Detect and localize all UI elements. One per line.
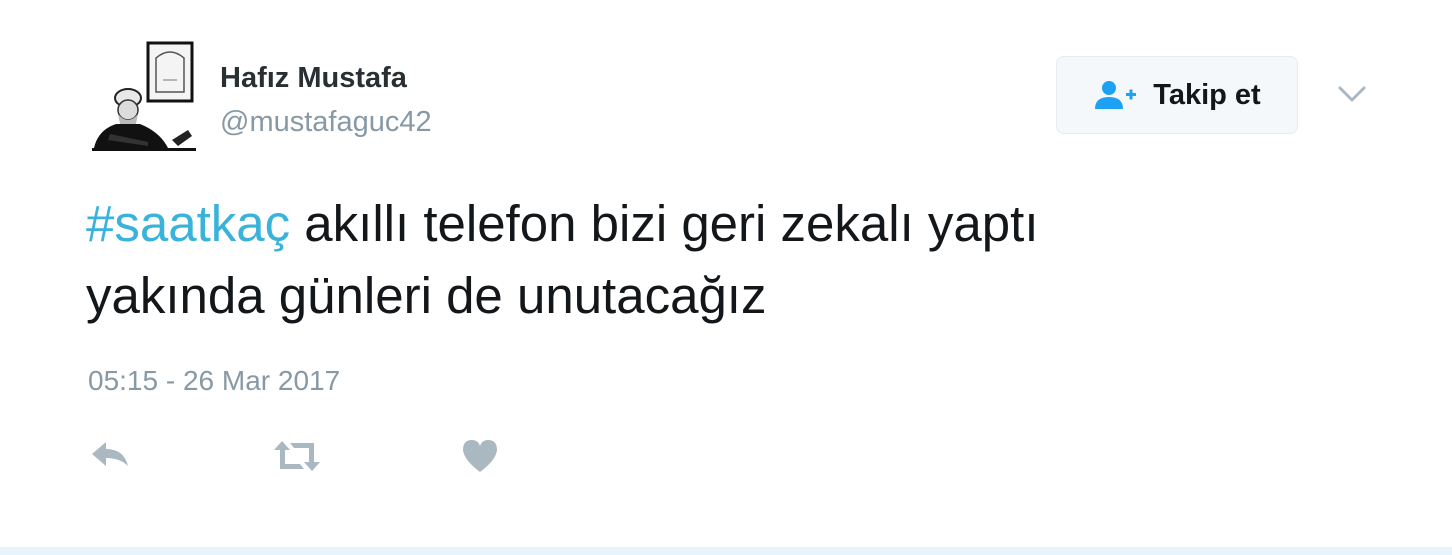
heart-icon — [463, 440, 497, 472]
follow-button[interactable]: Takip et — [1056, 56, 1298, 134]
tweet-timestamp[interactable]: 05:15 - 26 Mar 2017 — [88, 365, 340, 397]
hashtag-link[interactable]: #saatkaç — [86, 195, 290, 252]
tweet-text-part-1: akıllı telefon bizi geri zekalı yaptı — [290, 195, 1039, 252]
reply-icon — [92, 442, 128, 466]
retweet-icon — [274, 441, 320, 471]
tweet-bottom-divider — [0, 547, 1452, 555]
follow-person-plus-icon — [1095, 81, 1137, 109]
retweet-button[interactable] — [272, 434, 322, 478]
tweet-card: Hafız Mustafa @mustafaguc42 Takip et #sa… — [0, 0, 1452, 555]
like-button[interactable] — [460, 434, 500, 478]
author-name[interactable]: Hafız Mustafa — [220, 62, 407, 95]
avatar[interactable] — [88, 40, 198, 152]
chevron-down-icon — [1338, 86, 1366, 102]
avatar-image — [88, 40, 198, 152]
reply-button[interactable] — [88, 434, 132, 478]
author-handle[interactable]: @mustafaguc42 — [220, 106, 432, 139]
tweet-text-line-1: #saatkaç akıllı telefon bizi geri zekalı… — [86, 188, 1386, 260]
more-options-button[interactable] — [1334, 80, 1370, 108]
follow-button-label: Takip et — [1153, 78, 1261, 111]
tweet-text: #saatkaç akıllı telefon bizi geri zekalı… — [86, 188, 1386, 332]
tweet-text-line-2: yakında günleri de unutacağız — [86, 267, 767, 324]
